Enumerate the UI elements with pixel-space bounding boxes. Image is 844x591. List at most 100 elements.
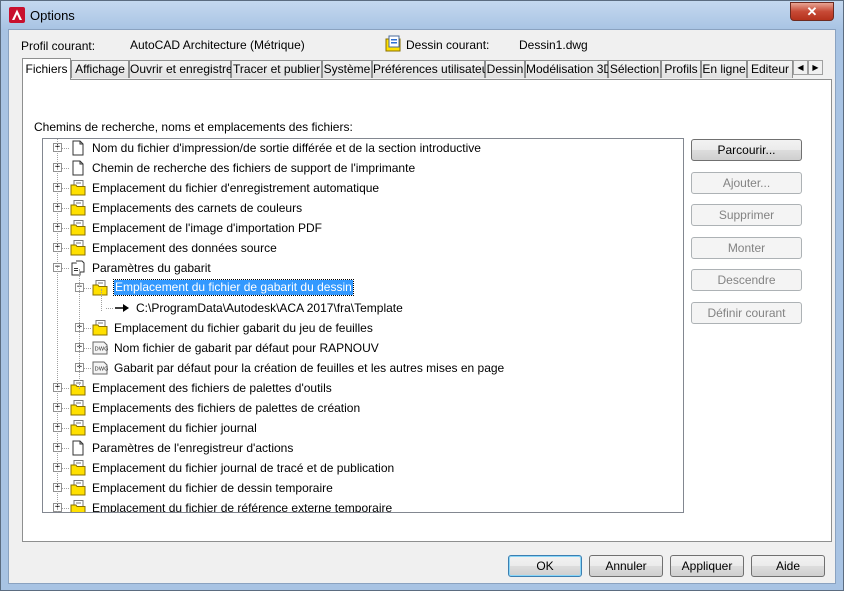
- folder-icon: [70, 180, 86, 196]
- tree-item-label: Emplacement des données source: [92, 241, 277, 255]
- tab-modelisation-3d[interactable]: Modélisation 3D: [525, 60, 612, 78]
- tab-affichage[interactable]: Affichage: [71, 60, 129, 78]
- tree-connector: [62, 508, 69, 509]
- tab-panel-fichiers: Chemins de recherche, noms et emplacemen…: [22, 79, 832, 542]
- tree-item-label: Nom du fichier d'impression/de sortie di…: [92, 141, 481, 155]
- profile-value: AutoCAD Architecture (Métrique): [130, 38, 305, 52]
- parcourir-button[interactable]: Parcourir...: [691, 139, 802, 161]
- descendre-button[interactable]: Descendre: [691, 269, 802, 291]
- tree-connector: [106, 308, 113, 309]
- tree-connector: [62, 268, 69, 269]
- tree-item-label: Emplacement du fichier journal de tracé …: [92, 461, 395, 475]
- tree-connector: [62, 448, 69, 449]
- tree-vertical-scrollbar[interactable]: ▲ ≡ ▼: [683, 139, 684, 512]
- tree-item[interactable]: + Emplacement du fichier d'enregistrement…: [43, 178, 683, 198]
- tree-connector: [62, 148, 69, 149]
- tab-dessin[interactable]: Dessin: [485, 60, 525, 78]
- tree-connector: [62, 428, 69, 429]
- close-icon: ✕: [806, 4, 818, 19]
- definir-courant-button[interactable]: Définir courant: [691, 302, 802, 324]
- close-button[interactable]: ✕: [790, 2, 834, 21]
- folder-icon: [92, 280, 108, 296]
- tab-preferences-utilisateur[interactable]: Préférences utilisateur: [372, 60, 492, 78]
- dialog-client: Profil courant: AutoCAD Architecture (Mé…: [8, 29, 836, 584]
- tree-item[interactable]: − Emplacement du fichier de gabarit du de…: [43, 278, 683, 298]
- tree-item-label: Emplacement du fichier d'enregistrement …: [92, 181, 380, 195]
- tree-item-label: Emplacements des carnets de couleurs: [92, 201, 303, 215]
- folder-icon: [92, 320, 108, 336]
- folder-icon: [70, 200, 86, 216]
- tree-item-label: Emplacement de l'image d'importation PDF: [92, 221, 323, 235]
- title-bar[interactable]: Options ✕: [1, 1, 843, 29]
- aide-button[interactable]: Aide: [751, 555, 825, 577]
- annuler-button[interactable]: Annuler: [589, 555, 663, 577]
- tab-editeur[interactable]: Editeur: [747, 60, 793, 78]
- tree-item-label: Nom fichier de gabarit par défaut pour R…: [114, 341, 379, 355]
- document-icon: [70, 160, 86, 176]
- tree-connector: [84, 348, 91, 349]
- tab-selection[interactable]: Sélection: [608, 60, 661, 78]
- tree-item[interactable]: + Emplacement des données source: [43, 238, 683, 258]
- tab-scroll-left-icon[interactable]: ◀: [793, 60, 808, 75]
- tree-connector: [62, 408, 69, 409]
- tree-connector: [62, 488, 69, 489]
- folder-icon: [70, 420, 86, 436]
- tree-item[interactable]: + Chemin de recherche des fichiers de sup…: [43, 158, 683, 178]
- tree-item[interactable]: + Emplacement du fichier de référence ext…: [43, 498, 683, 513]
- tree-item[interactable]: + Paramètres de l'enregistreur d'actions: [43, 438, 683, 458]
- tree-item[interactable]: + Nom du fichier d'impression/de sortie d…: [43, 139, 683, 158]
- tree-item[interactable]: + Emplacement du fichier gabarit du jeu d…: [43, 318, 683, 338]
- tab-ouvrir-et-enregistrer[interactable]: Ouvrir et enregistrer: [129, 60, 237, 78]
- tab-en-ligne[interactable]: En ligne: [701, 60, 747, 78]
- tab-profils[interactable]: Profils: [661, 60, 701, 78]
- tree-guide-line: [79, 269, 80, 389]
- appliquer-button[interactable]: Appliquer: [670, 555, 744, 577]
- tree-item[interactable]: C:\ProgramData\Autodesk\ACA 2017\fra\Tem…: [43, 298, 683, 318]
- tree-item[interactable]: + Emplacement de l'image d'importation PD…: [43, 218, 683, 238]
- tree-connector: [62, 248, 69, 249]
- tree-item[interactable]: − Paramètres du gabarit: [43, 258, 683, 278]
- arrow-icon: [114, 300, 130, 316]
- tree-item[interactable]: + DWG Nom fichier de gabarit par défaut po…: [43, 338, 683, 358]
- tree-connector: [62, 208, 69, 209]
- tree-item-label: Emplacement des fichiers de palettes d'o…: [92, 381, 332, 395]
- tree-item[interactable]: + Emplacement du fichier de dessin tempor…: [43, 478, 683, 498]
- tree-item-label: Emplacement du fichier de gabarit du des…: [113, 279, 354, 296]
- drawing-value: Dessin1.dwg: [519, 38, 588, 52]
- tree-connector: [62, 168, 69, 169]
- tree-item-label: Emplacement du fichier de référence exte…: [92, 501, 393, 513]
- tree-item[interactable]: + Emplacements des fichiers de palettes d…: [43, 398, 683, 418]
- tree-item[interactable]: + Emplacements des carnets de couleurs: [43, 198, 683, 218]
- tree-connector: [84, 328, 91, 329]
- tab-systeme[interactable]: Système: [322, 60, 372, 78]
- ok-button[interactable]: OK: [508, 555, 582, 577]
- document-icon: [70, 440, 86, 456]
- monter-button[interactable]: Monter: [691, 237, 802, 259]
- tree-item[interactable]: + Emplacement des fichiers de palettes d'…: [43, 378, 683, 398]
- file-paths-tree[interactable]: + Nom du fichier d'impression/de sortie d…: [42, 138, 684, 513]
- tree-item[interactable]: + Emplacement du fichier journal: [43, 418, 683, 438]
- folder-icon: [70, 480, 86, 496]
- autocad-logo-icon: [9, 7, 25, 23]
- tree-item[interactable]: + Emplacement du fichier journal de tracé…: [43, 458, 683, 478]
- supprimer-button[interactable]: Supprimer: [691, 204, 802, 226]
- document-icon: [70, 140, 86, 156]
- drawing-file-icon: [385, 35, 401, 52]
- tab-scroll-right-icon[interactable]: ▶: [808, 60, 823, 75]
- profile-label: Profil courant:: [21, 39, 96, 53]
- tree-guide-line: [101, 289, 102, 311]
- tree-item-label: Chemin de recherche des fichiers de supp…: [92, 161, 416, 175]
- tree-connector: [62, 188, 69, 189]
- options-dialog: Options ✕ Profil courant: AutoCAD Archit…: [0, 0, 844, 591]
- tree-label: Chemins de recherche, noms et emplacemen…: [34, 120, 353, 134]
- tab-fichiers[interactable]: Fichiers: [22, 58, 71, 80]
- tree-connector: [62, 228, 69, 229]
- dwg-file-icon: DWG: [92, 340, 108, 356]
- tree-connector: [84, 368, 91, 369]
- drawing-label: Dessin courant:: [406, 38, 490, 52]
- tree-item-label: Emplacement du fichier gabarit du jeu de…: [114, 321, 373, 335]
- tree-item-label: C:\ProgramData\Autodesk\ACA 2017\fra\Tem…: [136, 301, 403, 315]
- tab-tracer-et-publier[interactable]: Tracer et publier: [231, 60, 322, 78]
- ajouter-button[interactable]: Ajouter...: [691, 172, 802, 194]
- tree-item[interactable]: + DWG Gabarit par défaut pour la création …: [43, 358, 683, 378]
